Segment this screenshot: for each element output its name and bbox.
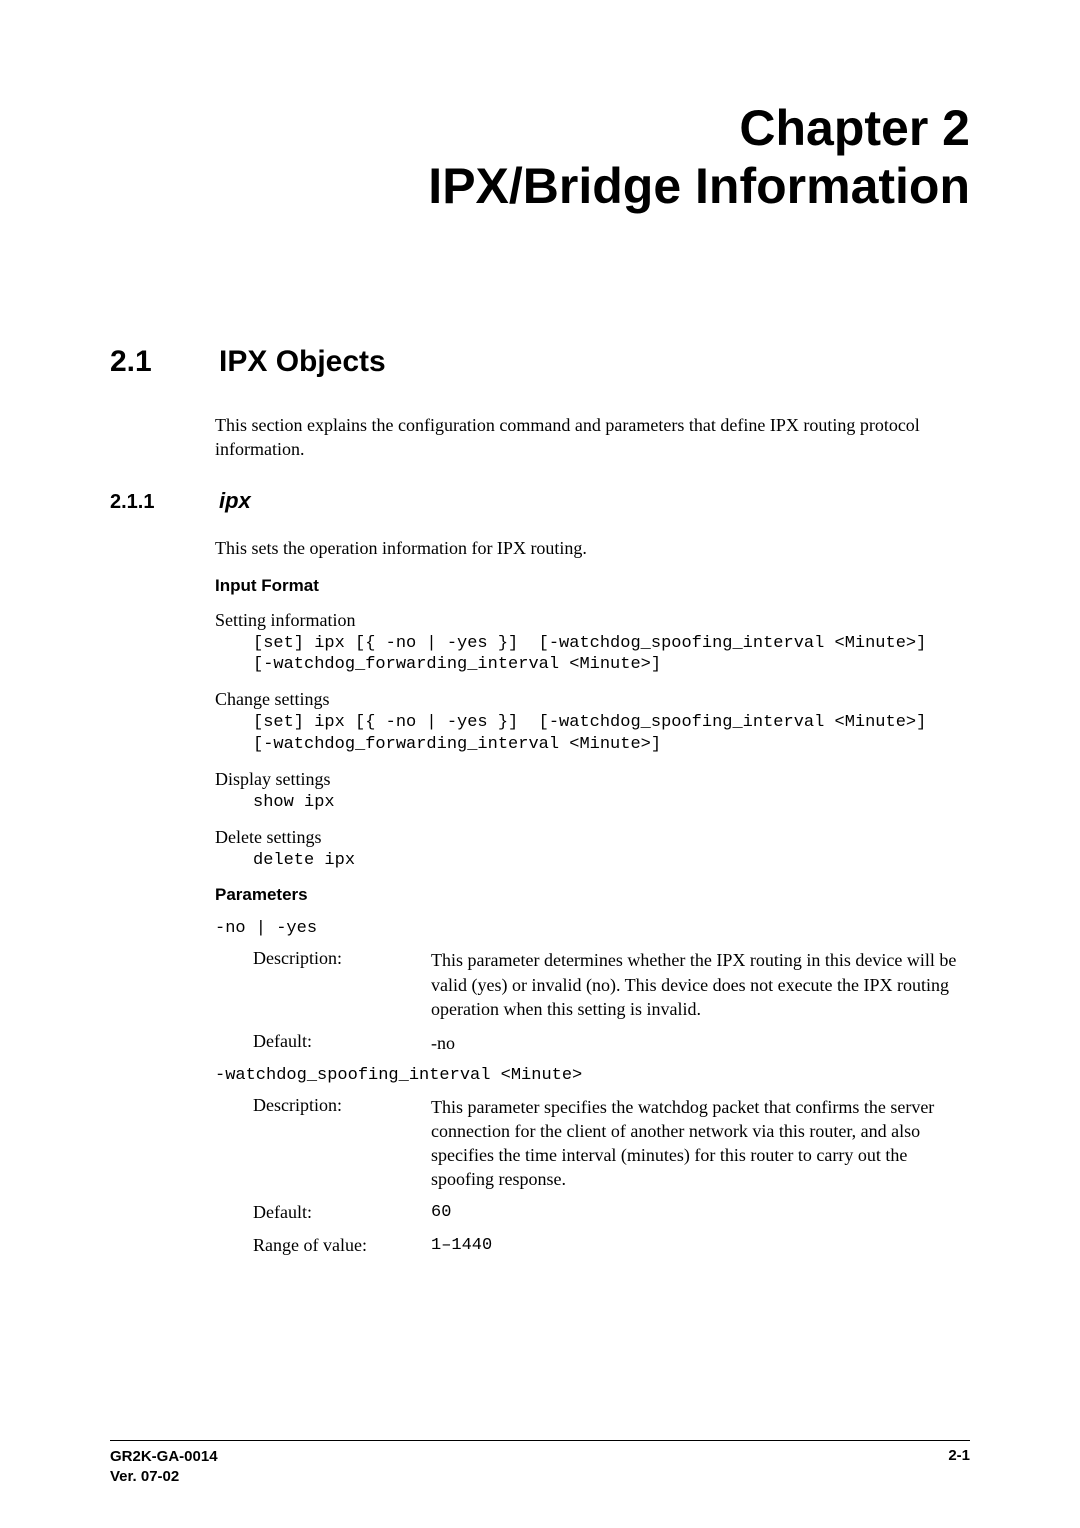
parameter-row: Description: This parameter specifies th… — [253, 1095, 970, 1192]
chapter-line2: IPX/Bridge Information — [110, 158, 970, 216]
subsection-title: ipx — [219, 488, 251, 514]
parameter-item: -no | -yes Description: This parameter d… — [215, 919, 970, 1055]
parameter-flag: -no | -yes — [215, 919, 970, 938]
input-format-block: Setting information [set] ipx [{ -no | -… — [215, 610, 970, 676]
parameter-flag: -watchdog_spoofing_interval <Minute> — [215, 1066, 970, 1085]
setting-label: Change settings — [215, 689, 970, 710]
subsection-intro: This sets the operation information for … — [215, 536, 970, 560]
section-header: 2.1 IPX Objects — [110, 345, 970, 379]
code-block: show ipx — [253, 792, 970, 813]
parameter-key: Range of value: — [253, 1235, 431, 1258]
parameter-row: Range of value: 1–1440 — [253, 1235, 970, 1258]
parameter-value: 60 — [431, 1202, 970, 1225]
section-intro: This section explains the configuration … — [215, 413, 970, 462]
input-format-heading: Input Format — [215, 576, 970, 596]
subsection-header: 2.1.1 ipx — [110, 488, 970, 514]
footer-left: GR2K-GA-0014 Ver. 07-02 — [110, 1447, 218, 1486]
setting-label: Delete settings — [215, 827, 970, 848]
parameters-heading: Parameters — [215, 885, 970, 905]
footer-page-number: 2-1 — [948, 1447, 970, 1486]
parameter-value: 1–1440 — [431, 1235, 970, 1258]
input-format-block: Display settings show ipx — [215, 769, 970, 813]
setting-label: Setting information — [215, 610, 970, 631]
parameter-item: -watchdog_spoofing_interval <Minute> Des… — [215, 1066, 970, 1258]
section-number: 2.1 — [110, 345, 215, 379]
footer-doc-id: GR2K-GA-0014 — [110, 1447, 218, 1467]
parameter-value: This parameter specifies the watchdog pa… — [431, 1095, 970, 1192]
page-footer: GR2K-GA-0014 Ver. 07-02 2-1 — [110, 1440, 970, 1486]
setting-label: Display settings — [215, 769, 970, 790]
chapter-title: Chapter 2 IPX/Bridge Information — [110, 100, 970, 215]
parameter-row: Description: This parameter determines w… — [253, 948, 970, 1021]
parameter-key: Default: — [253, 1031, 431, 1055]
section-title: IPX Objects — [219, 345, 386, 379]
code-block: delete ipx — [253, 850, 970, 871]
code-block: [set] ipx [{ -no | -yes }] [-watchdog_sp… — [253, 633, 970, 676]
footer-version: Ver. 07-02 — [110, 1467, 218, 1487]
parameter-key: Description: — [253, 1095, 431, 1192]
subsection-number: 2.1.1 — [110, 491, 215, 514]
parameter-row: Default: 60 — [253, 1202, 970, 1225]
parameter-row: Default: -no — [253, 1031, 970, 1055]
input-format-block: Change settings [set] ipx [{ -no | -yes … — [215, 689, 970, 755]
code-block: [set] ipx [{ -no | -yes }] [-watchdog_sp… — [253, 712, 970, 755]
parameter-value: -no — [431, 1031, 970, 1055]
parameter-value: This parameter determines whether the IP… — [431, 948, 970, 1021]
parameter-key: Default: — [253, 1202, 431, 1225]
input-format-block: Delete settings delete ipx — [215, 827, 970, 871]
parameter-key: Description: — [253, 948, 431, 1021]
chapter-line1: Chapter 2 — [110, 100, 970, 158]
